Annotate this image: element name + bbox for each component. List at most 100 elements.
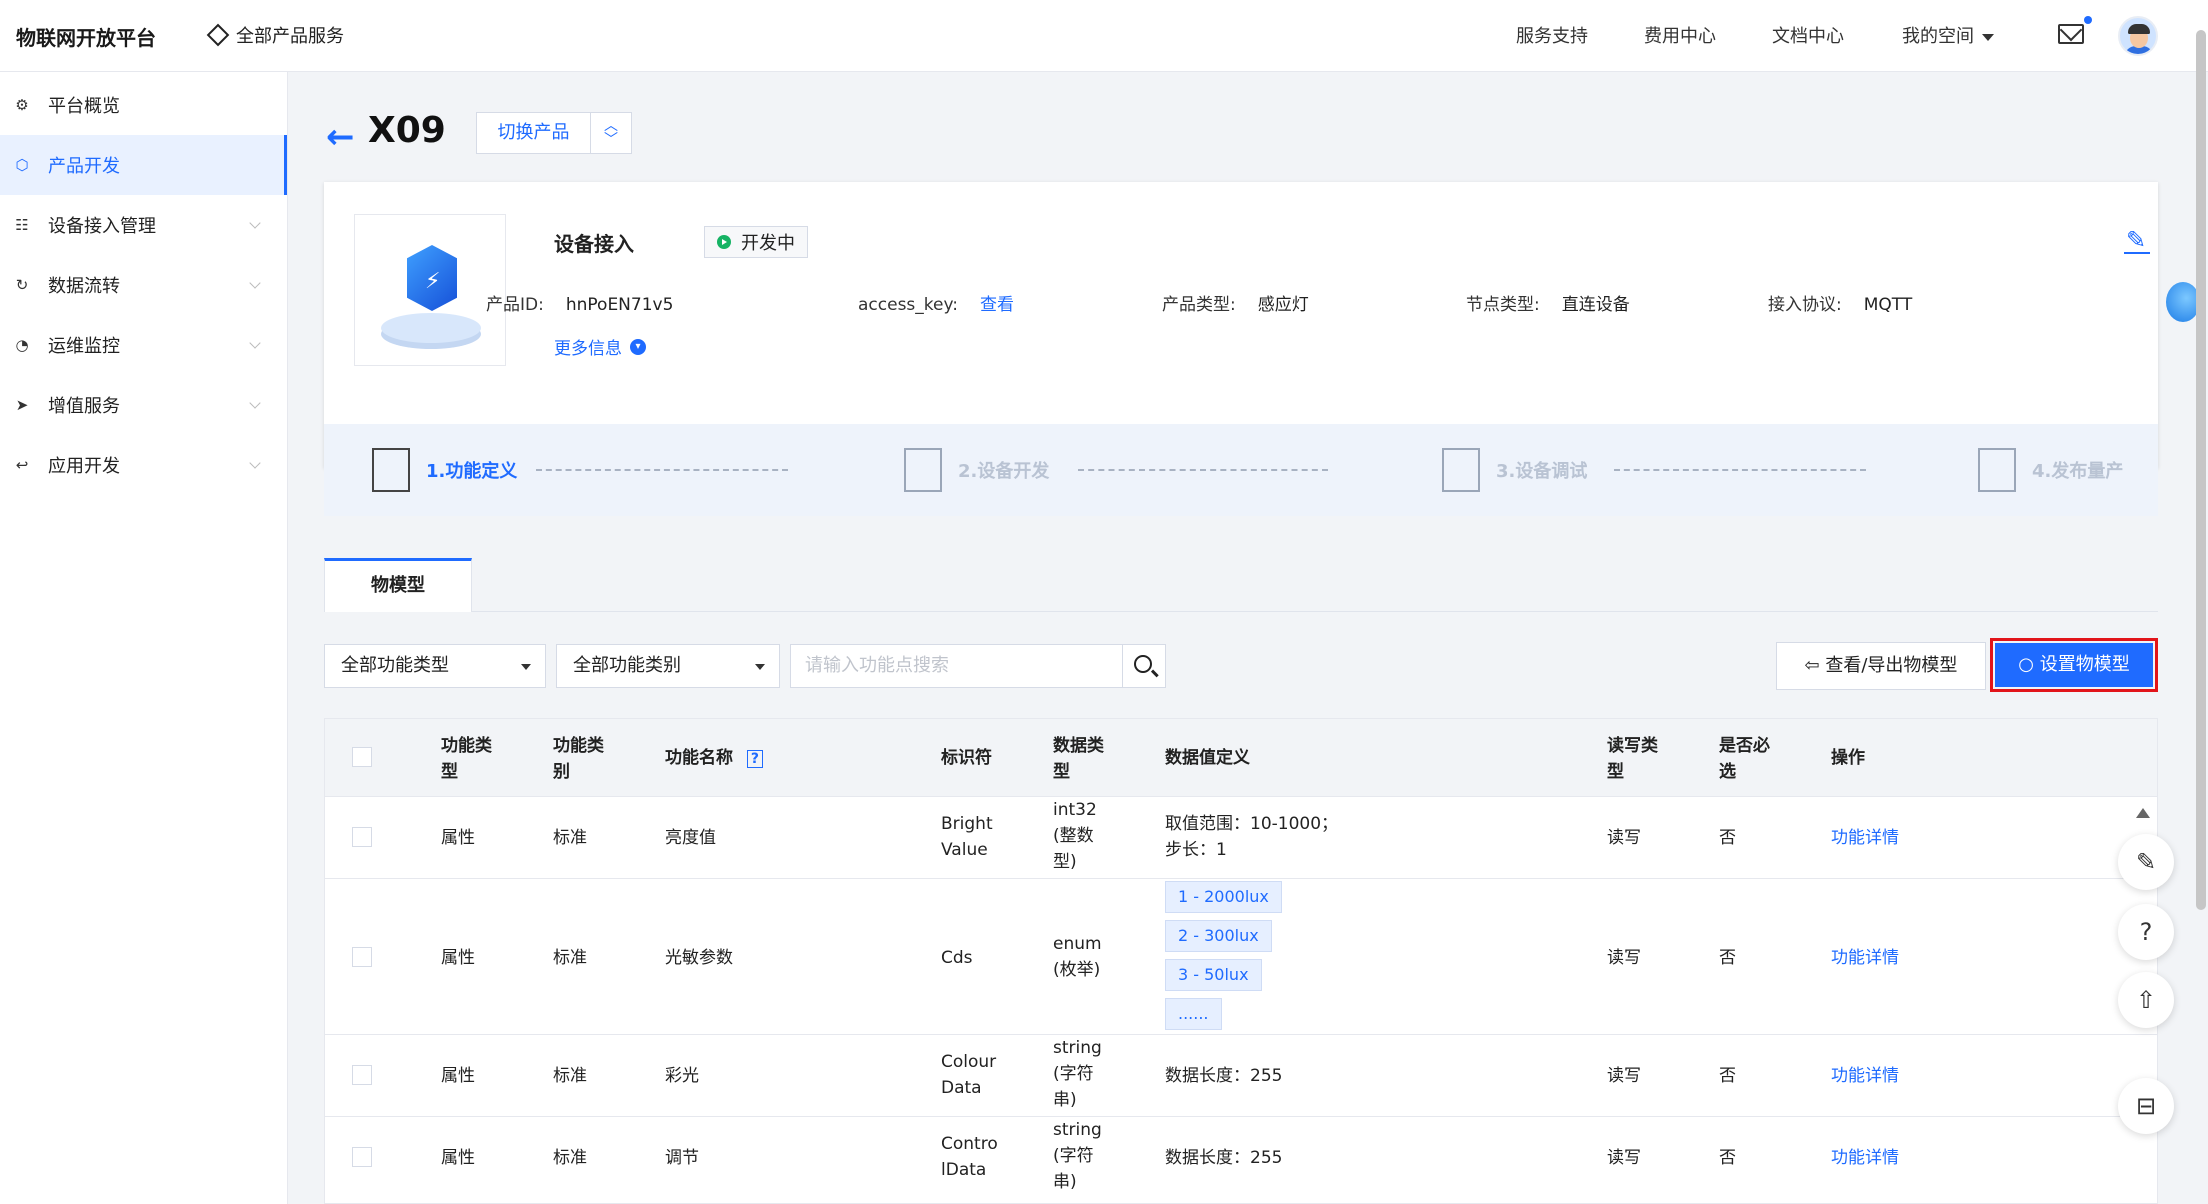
cell-function-name: 光敏参数 (665, 948, 733, 968)
cell-required: 否 (1719, 1066, 1736, 1086)
row-checkbox[interactable] (352, 1147, 372, 1167)
step-function-definition[interactable]: 1.功能定义 (372, 424, 517, 516)
search-icon (1134, 655, 1152, 673)
sidebar-item-label: 产品开发 (48, 156, 120, 177)
help-icon[interactable]: ? (746, 750, 764, 768)
cell-data-type: string (字符串) (1053, 1038, 1102, 1110)
nav-service-support[interactable]: 服务支持 (1516, 22, 1588, 48)
row-checkbox[interactable] (352, 827, 372, 847)
nav-billing-center[interactable]: 费用中心 (1644, 22, 1716, 48)
col-function-name: 功能名称 ? (665, 745, 764, 772)
enum-tag: 1 - 2000lux (1165, 881, 1282, 913)
cell-function-name: 调节 (665, 1148, 699, 1168)
search-button[interactable] (1122, 644, 1166, 688)
upload-cloud-icon[interactable]: ⇧ (2118, 972, 2174, 1028)
enum-tag: 3 - 50lux (1165, 959, 1262, 991)
avatar-hair (2128, 24, 2150, 34)
function-category-select[interactable]: 全部功能类别 (556, 644, 780, 688)
function-detail-link[interactable]: 功能详情 (1831, 1145, 1899, 1171)
status-badge: 开发中 (704, 226, 808, 258)
view-access-key-link[interactable]: 查看 (980, 295, 1014, 315)
function-type-select[interactable]: 全部功能类型 (324, 644, 546, 688)
nav-docs-center[interactable]: 文档中心 (1772, 22, 1844, 48)
progress-steps: 1.功能定义 2.设备开发 3.设备调试 4.发布量产 (324, 424, 2158, 516)
top-bar: 物联网开放平台 全部产品服务 服务支持 费用中心 文档中心 我的空间 (0, 0, 2208, 72)
sidebar-item-device-access[interactable]: ☷ 设备接入管理 (0, 195, 287, 255)
sidebar-item-product-dev[interactable]: ⬡ 产品开发 (0, 135, 287, 195)
collapse-panel-icon[interactable]: ⊟ (2118, 1078, 2174, 1134)
export-model-button[interactable]: ⇦ 查看/导出物模型 (1776, 642, 1986, 690)
value-range: 取值范围：10-1000； (1165, 814, 1339, 834)
switch-product-button[interactable]: 切换产品 ︿ ﹀ (476, 112, 632, 154)
access-key-label: access_key: (858, 295, 959, 315)
sidebar-item-app-dev[interactable]: ↩ 应用开发 (0, 435, 287, 495)
mail-icon[interactable] (2058, 24, 2084, 44)
cell-function-type: 属性 (441, 1148, 475, 1168)
enum-more-tag[interactable]: ...... (1165, 998, 1222, 1030)
sidebar-item-monitor[interactable]: ◔ 运维监控 (0, 315, 287, 375)
row-checkbox[interactable] (352, 947, 372, 967)
feedback-edit-icon[interactable]: ✎ (2118, 834, 2174, 890)
scroll-up-icon[interactable] (2136, 808, 2150, 818)
table-row: 属性 标准 光敏参数 Cds enum (枚举) 1 - 2000lux 2 -… (325, 879, 2157, 1035)
cube-icon: ⬡ (15, 156, 29, 174)
avatar[interactable] (2118, 16, 2158, 56)
sidebar: ⚙ 平台概览 ⬡ 产品开发 ☷ 设备接入管理 ↻ 数据流转 ◔ 运维监控 ➤ 增值服务 ↩ 应… (0, 72, 288, 1204)
access-key-field: access_key: 查看 (858, 290, 1014, 315)
cell-identifier: Colour Data (941, 1052, 997, 1098)
brand-title[interactable]: 物联网开放平台 (16, 22, 156, 51)
tab-thing-model[interactable]: 物模型 (324, 558, 472, 612)
data-flow-icon: ↻ (15, 276, 29, 294)
all-products-menu[interactable]: 全部产品服务 (206, 22, 344, 48)
checklist-icon (1978, 448, 2016, 492)
col-value-definition: 数据值定义 (1165, 748, 1250, 768)
function-detail-link[interactable]: 功能详情 (1831, 825, 1899, 851)
search-input[interactable]: 请输入功能点搜索 (790, 644, 1166, 688)
bolt-icon: ⚡ (425, 269, 441, 294)
caret-down-icon (521, 664, 531, 670)
sidebar-item-overview[interactable]: ⚙ 平台概览 (0, 75, 287, 135)
debug-icon (1442, 448, 1480, 492)
function-category-value: 全部功能类别 (573, 655, 681, 676)
step-release[interactable]: 4.发布量产 (1978, 424, 2123, 516)
sidebar-item-data-flow[interactable]: ↻ 数据流转 (0, 255, 287, 315)
select-all-checkbox[interactable] (352, 747, 372, 767)
step-connector (1078, 469, 1328, 471)
col-data-type: 数据类型 (1053, 736, 1104, 782)
caret-down-icon (755, 664, 765, 670)
page-scrollbar[interactable] (2196, 30, 2206, 910)
set-model-label: 设置物模型 (2039, 654, 2130, 675)
function-detail-link[interactable]: 功能详情 (1831, 945, 1899, 971)
nav-my-space[interactable]: 我的空间 (1902, 22, 1994, 48)
cell-identifier: Contro lData (941, 1134, 998, 1180)
col-function-name-label: 功能名称 (665, 748, 733, 768)
assistant-robot-icon[interactable] (2158, 272, 2200, 332)
sidebar-item-value-added[interactable]: ➤ 增值服务 (0, 375, 287, 435)
step-device-development[interactable]: 2.设备开发 (904, 424, 1049, 516)
product-type-field: 产品类型: 感应灯 (1162, 290, 1309, 315)
more-info-link[interactable]: 更多信息 ▾ (554, 334, 646, 359)
function-detail-link[interactable]: 功能详情 (1831, 1063, 1899, 1089)
help-question-icon[interactable]: ? (2118, 904, 2174, 960)
back-arrow-icon[interactable]: ← (326, 120, 355, 154)
overview-icon: ⚙ (15, 96, 29, 114)
product-type-value: 感应灯 (1257, 295, 1309, 315)
cell-function-category: 标准 (553, 948, 587, 968)
page-title: X09 (368, 110, 446, 151)
export-icon: ⇦ (1804, 655, 1826, 676)
step-label: 2.设备开发 (958, 461, 1050, 482)
cell-function-name: 彩光 (665, 1066, 699, 1086)
row-checkbox[interactable] (352, 1065, 372, 1085)
main-content: ← X09 切换产品 ︿ ﹀ ⚡ 设备接入 开发中 产品ID: hnPoEN71v5… (290, 72, 2200, 1204)
cell-value-definition: 数据长度：255 (1165, 1148, 1283, 1168)
set-model-button[interactable]: ○ 设置物模型 (1995, 643, 2153, 687)
switch-product-label: 切换产品 (477, 113, 591, 153)
edit-document-icon (372, 448, 410, 492)
monitor-icon: ◔ (15, 336, 29, 354)
send-icon: ➤ (15, 396, 29, 414)
edit-icon[interactable]: ✎ (2123, 226, 2151, 254)
sidebar-item-label: 平台概览 (48, 96, 120, 117)
step-device-debug[interactable]: 3.设备调试 (1442, 424, 1587, 516)
cell-identifier: Cds (941, 948, 973, 968)
cell-function-category: 标准 (553, 828, 587, 848)
